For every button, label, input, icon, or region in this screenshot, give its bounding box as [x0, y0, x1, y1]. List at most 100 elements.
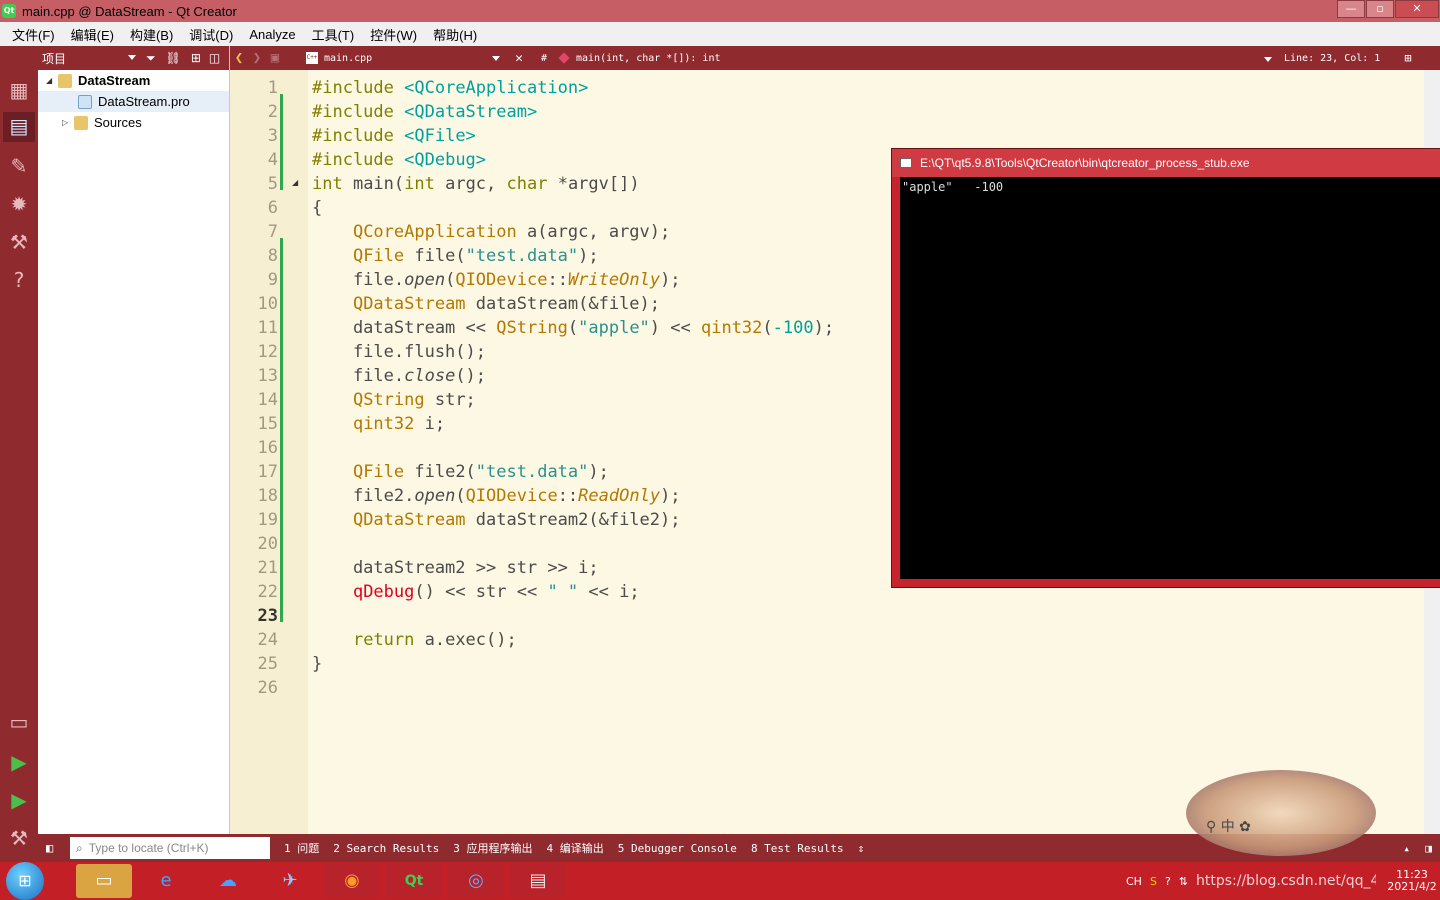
- start-button[interactable]: ⊞: [6, 862, 44, 900]
- feishu-icon[interactable]: ✈: [262, 864, 318, 898]
- input-language[interactable]: CH: [1126, 875, 1142, 888]
- menu-file[interactable]: 文件(F): [4, 25, 63, 44]
- line-number: 15: [257, 414, 278, 434]
- close-button[interactable]: ✕: [1395, 0, 1439, 18]
- help-icon[interactable]: ?: [5, 266, 33, 294]
- editor-toolbar: ❮ ❯ ▣ C++ main.cpp ✕ # main(int, char *[…: [230, 46, 1440, 70]
- line-number: 18: [257, 486, 278, 506]
- line-number: 3: [267, 126, 278, 146]
- line-number: 24: [257, 630, 278, 650]
- maximize-pane-icon[interactable]: ◨: [1425, 842, 1432, 855]
- tree-item-label: DataStream.pro: [98, 94, 190, 109]
- run-icon[interactable]: ▶: [5, 748, 33, 776]
- split-editor-icon[interactable]: ⊞: [1398, 51, 1418, 65]
- fold-marker-icon[interactable]: ◢: [292, 178, 298, 187]
- welcome-icon[interactable]: ▦: [5, 76, 33, 104]
- minimize-button[interactable]: —: [1337, 0, 1365, 18]
- window-icon[interactable]: ▤: [510, 864, 566, 898]
- network-icon[interactable]: ⇅: [1179, 875, 1188, 888]
- tab-test-results[interactable]: 8 Test Results: [751, 842, 844, 855]
- tree-item-sources[interactable]: ▷ Sources: [38, 112, 229, 133]
- menu-tools[interactable]: 工具(T): [304, 25, 363, 44]
- file-name: main.cpp: [324, 52, 373, 64]
- search-icon: ⌕: [76, 840, 83, 855]
- clock[interactable]: 11:23 2021/4/2: [1384, 869, 1440, 893]
- menu-debug[interactable]: 调试(D): [181, 25, 241, 44]
- tab-application-output[interactable]: 3 应用程序输出: [453, 840, 532, 856]
- tree-item-pro-file[interactable]: DataStream.pro: [38, 91, 229, 112]
- symbol-selector[interactable]: main(int, char *[]): int: [556, 52, 1276, 64]
- console-title-bar[interactable]: E:\QT\qt5.9.8\Tools\QtCreator\bin\qtcrea…: [892, 149, 1440, 177]
- line-number: 11: [257, 318, 278, 338]
- file-explorer-icon[interactable]: ▭: [76, 864, 132, 898]
- code-line: file.flush();: [312, 342, 486, 362]
- tree-item-label: Sources: [94, 115, 142, 130]
- console-output-text: "apple" -100: [902, 180, 1004, 194]
- locator-input[interactable]: ⌕ Type to locate (Ctrl+K): [70, 837, 270, 859]
- tab-search-results[interactable]: 2 Search Results: [333, 842, 439, 855]
- code-line: #include <QFile>: [312, 126, 476, 146]
- sogou-icon[interactable]: S: [1150, 875, 1157, 888]
- build-hammer-icon[interactable]: ⚒: [5, 824, 33, 852]
- code-line: #include <QDebug>: [312, 150, 487, 170]
- code-line: QFile file2("test.data");: [352, 462, 609, 482]
- change-marker: [280, 94, 283, 190]
- split-icon[interactable]: ⊞: [191, 51, 201, 65]
- qt-icon[interactable]: Qt: [386, 864, 442, 898]
- tab-debugger-console[interactable]: 5 Debugger Console: [618, 842, 737, 855]
- projects-icon[interactable]: ⚒: [5, 228, 33, 256]
- expand-arrow-icon[interactable]: ◢: [46, 76, 58, 85]
- design-icon[interactable]: ✎: [5, 152, 33, 180]
- console-icon: [900, 158, 912, 168]
- filter-icon[interactable]: ⏷: [146, 51, 156, 66]
- file-selector[interactable]: C++ main.cpp: [306, 52, 506, 64]
- menu-analyze[interactable]: Analyze: [241, 27, 303, 42]
- code-line: qDebug() << str << " " << i;: [352, 582, 640, 602]
- tab-compile-output[interactable]: 4 编译输出: [546, 840, 603, 856]
- tree-item-label: DataStream: [78, 73, 151, 88]
- menu-edit[interactable]: 编辑(E): [63, 25, 122, 44]
- code-line: QString str;: [352, 390, 476, 410]
- edit-icon[interactable]: ▤: [3, 112, 35, 142]
- debug-icon[interactable]: ✹: [5, 190, 33, 218]
- line-number: 6: [267, 198, 278, 218]
- chevron-up-icon[interactable]: ▴: [1403, 842, 1410, 855]
- code-line: qint32 i;: [352, 414, 446, 434]
- menu-help[interactable]: 帮助(H): [425, 25, 485, 44]
- link-icon[interactable]: ⛓: [166, 51, 181, 65]
- mode-selector: ▦ ▤ ✎ ✹ ⚒ ? ▭ ▶ ▶ ⚒: [0, 46, 38, 862]
- line-number: 25: [257, 654, 278, 674]
- cursor-position[interactable]: Line: 23, Col: 1: [1276, 53, 1398, 64]
- watermark-text: https://blog.csdn.net/qq_42306471: [1196, 873, 1376, 889]
- console-window[interactable]: E:\QT\qt5.9.8\Tools\QtCreator\bin\qtcrea…: [891, 148, 1440, 588]
- updown-arrow-icon[interactable]: ⇕: [858, 842, 865, 855]
- close-pane-icon[interactable]: ◫: [209, 51, 220, 65]
- line-number: 16: [257, 438, 278, 458]
- hash-label: #: [540, 52, 548, 64]
- toggle-sidebar-icon[interactable]: ◧: [46, 841, 53, 855]
- console-output: "apple" -100: [900, 177, 1440, 579]
- help-tray-icon[interactable]: ?: [1165, 875, 1171, 888]
- ie-icon[interactable]: e: [138, 864, 194, 898]
- firefox-icon[interactable]: ◉: [324, 864, 380, 898]
- debug-run-icon[interactable]: ▶: [5, 786, 33, 814]
- code-line: #include <QCoreApplication>: [312, 78, 589, 98]
- close-document-icon[interactable]: ✕: [506, 51, 532, 66]
- target-device-icon[interactable]: ▭: [5, 708, 33, 736]
- maximize-button[interactable]: ▫: [1366, 0, 1394, 18]
- view-selector[interactable]: 项目: [42, 50, 136, 67]
- line-number: 7: [267, 222, 278, 242]
- forward-arrow-icon[interactable]: ❯: [248, 50, 266, 66]
- collapse-arrow-icon[interactable]: ▷: [62, 118, 74, 127]
- code-line: return a.exec();: [352, 630, 517, 650]
- code-line: file.open(QIODevice::WriteOnly);: [312, 270, 681, 290]
- title-bar: Qt main.cpp @ DataStream - Qt Creator — …: [0, 0, 1440, 22]
- menu-build[interactable]: 构建(B): [122, 25, 181, 44]
- code-line: file2.open(QIODevice::ReadOnly);: [312, 486, 681, 506]
- tab-issues[interactable]: 1 问题: [284, 840, 319, 856]
- tree-item-project[interactable]: ◢ DataStream: [38, 70, 229, 91]
- menu-widgets[interactable]: 控件(W): [362, 25, 425, 44]
- baidu-netdisk-icon[interactable]: ☁: [200, 864, 256, 898]
- qq-icon[interactable]: ◎: [448, 864, 504, 898]
- back-arrow-icon[interactable]: ❮: [230, 50, 248, 66]
